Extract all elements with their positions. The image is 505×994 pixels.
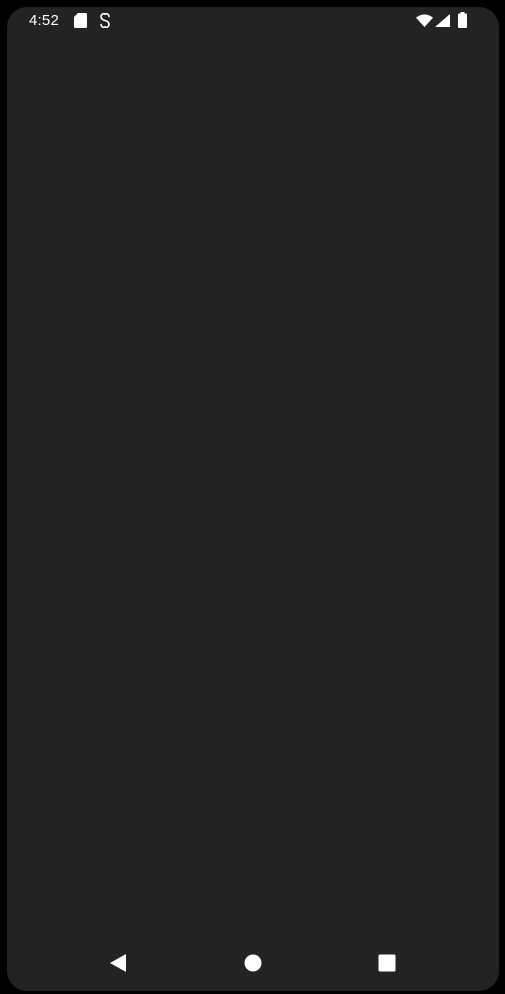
status-time: 4:52 — [29, 12, 59, 29]
recents-button[interactable] — [367, 947, 407, 979]
home-button[interactable] — [233, 947, 273, 979]
device-frame: 4:52 — [0, 0, 505, 994]
status-bar: 4:52 — [7, 7, 499, 35]
screen: 4:52 — [7, 7, 499, 991]
sd-card-icon — [74, 13, 87, 28]
sync-icon — [100, 13, 110, 28]
navigation-bar — [7, 939, 499, 991]
app-content-area — [7, 35, 499, 935]
back-button[interactable] — [98, 947, 138, 979]
battery-icon — [458, 12, 467, 28]
home-icon — [244, 954, 262, 972]
back-icon — [110, 954, 126, 972]
cell-signal-icon — [435, 14, 450, 27]
recents-icon — [378, 954, 396, 972]
wifi-icon — [416, 14, 433, 27]
